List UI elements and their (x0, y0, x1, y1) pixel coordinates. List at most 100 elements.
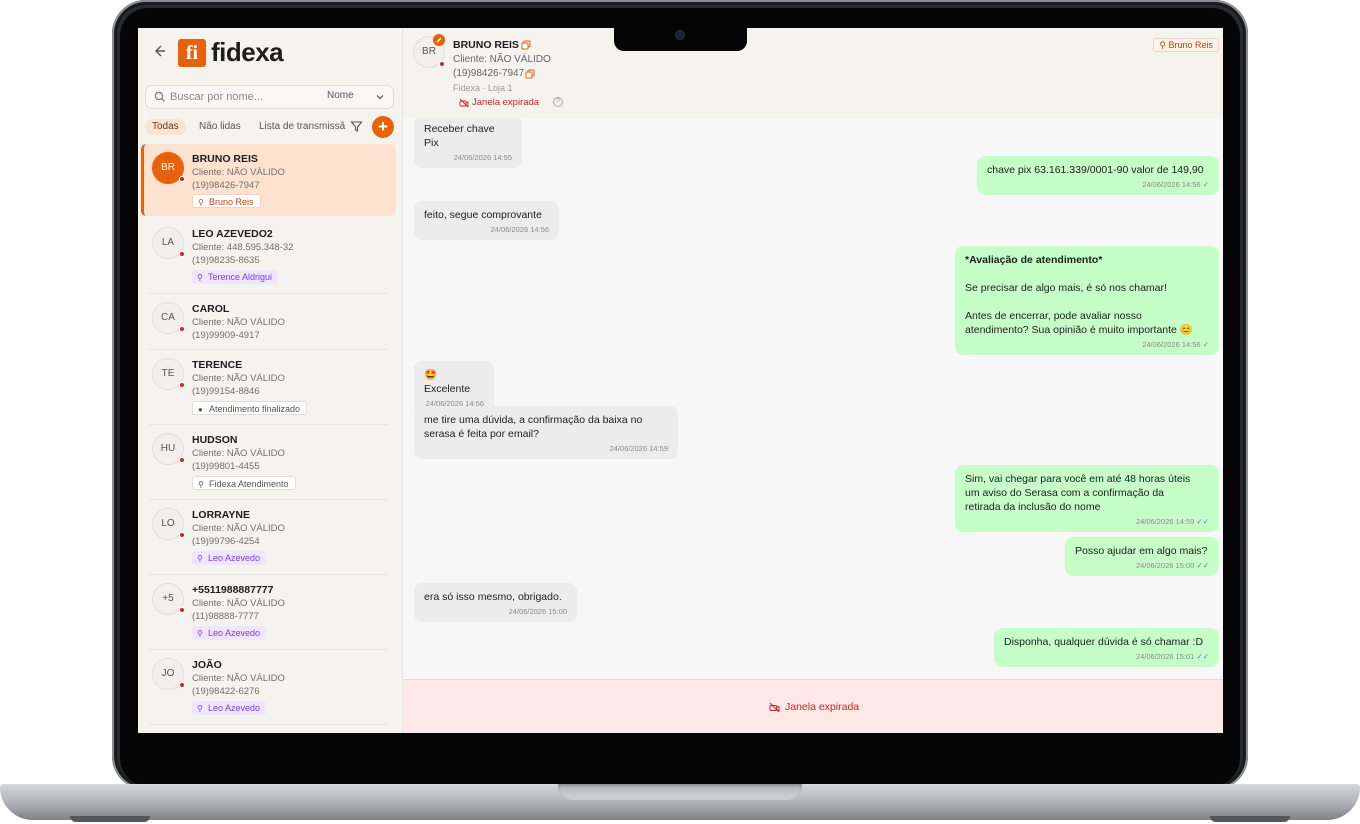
contact-phone: (19)98422-6276 (192, 686, 260, 697)
message-time: 24/06/2026 14:59 (1135, 517, 1195, 526)
message-text: 🤩 Excelente (424, 369, 471, 395)
contact-phone: (19)98426-7947 (453, 68, 525, 79)
contact-phone: (19)98426-7947 (192, 180, 260, 191)
conversation-item[interactable]: LA LEO AZEVEDO2 Cliente: 448.595.348-32 … (141, 219, 396, 294)
contact-name: HUDSON (192, 434, 238, 446)
copy-icon[interactable] (521, 40, 531, 50)
person-icon: ⚲ (198, 480, 204, 489)
arrow-left-icon[interactable] (152, 44, 166, 58)
search-input[interactable] (170, 89, 320, 105)
expired-label: Janela expirada (785, 701, 860, 713)
chat-header: BR BRUNO REIS Cliente: NÃO VÁLIDO (19)98… (403, 28, 1223, 118)
conversation-item[interactable]: BR BRUNO REIS Cliente: NÃO VÁLIDO (19)98… (141, 144, 396, 216)
contact-name: +5511988887777 (192, 584, 274, 596)
laptop-groove (558, 784, 802, 800)
contact-phone: (19)99909-4917 (192, 330, 260, 341)
filter-tabs: Todas Não lidas Lista de transmissã + (145, 116, 397, 138)
search-bar: Nome (145, 85, 394, 109)
message-outgoing: *Avaliação de atendimento* Se precisar d… (955, 246, 1219, 355)
conversation-item[interactable]: +5 +5511988887777 Cliente: NÃO VÁLIDO (1… (141, 575, 396, 650)
agent-tag-label: Leo Azevedo (208, 553, 261, 563)
message-text: Disponha, qualquer dúvida é só chamar :D (1004, 636, 1204, 648)
search-icon (154, 91, 165, 102)
contact-name: TERENCE (192, 359, 243, 371)
camera-notch (614, 27, 747, 51)
contact-name: CAROL (192, 303, 230, 315)
app-screen: fi fidexa Nome Todas Não lidas Lista de … (138, 28, 1223, 733)
message-time: 24/06/2026 14:55 (453, 153, 512, 162)
laptop-foot-left (70, 816, 150, 822)
help-circle-icon[interactable]: ? (553, 97, 563, 107)
message-time: 24/06/2026 14:56 (490, 225, 549, 234)
conversation-item[interactable]: CA CAROL Cliente: NÃO VÁLIDO (19)99909-4… (141, 294, 396, 350)
message-outgoing: Sim, vai chegar para você em até 48 hora… (955, 465, 1219, 532)
status-dot (439, 61, 445, 67)
double-check-icon: ✓✓ (1196, 652, 1209, 661)
copy-icon[interactable] (525, 69, 535, 79)
message-text: Receber chave Pix (424, 123, 498, 149)
message-incoming: Receber chave Pix 24/06/2026 14:55 (414, 118, 522, 168)
double-check-icon: ✓✓ (1196, 517, 1209, 526)
chevron-down-icon[interactable] (374, 91, 386, 103)
agent-tag: ⚲ Fidexa Atendimento (192, 476, 296, 490)
person-icon: ⚲ (197, 554, 203, 563)
check-icon: ✓ (1202, 180, 1209, 189)
agent-tag-label: Terence Aldrigui (208, 272, 273, 282)
conversation-item[interactable]: HU HUDSON Cliente: NÃO VÁLIDO (19)99801-… (141, 425, 396, 500)
person-icon: ⚲ (197, 704, 203, 713)
dot-icon: ● (198, 405, 203, 414)
message-text: Se precisar de algo mais, é só nos chama… (965, 282, 1193, 336)
message-time: 24/06/2026 15:01 (1135, 652, 1195, 661)
video-off-icon (459, 98, 469, 108)
message-text: chave pix 63.161.339/0001-90 valor de 14… (987, 164, 1204, 176)
contact-cliente: Cliente: NÃO VÁLIDO (192, 317, 285, 328)
status-dot (179, 176, 185, 182)
tab-unread[interactable]: Não lidas (192, 119, 248, 135)
contact-phone: (19)98235-8635 (192, 255, 260, 266)
conversation-item[interactable]: TE TERENCE Cliente: NÃO VÁLIDO (19)99154… (141, 350, 396, 425)
laptop-frame: fi fidexa Nome Todas Não lidas Lista de … (0, 0, 1360, 824)
status-dot (179, 532, 185, 538)
person-icon: ⚲ (197, 273, 203, 282)
pencil-icon[interactable] (433, 34, 445, 46)
contact-name: BRUNO REIS (453, 39, 519, 51)
message-text: me tire uma dúvida, a confirmação da bai… (424, 414, 643, 440)
laptop-foot-right (1210, 816, 1290, 822)
tab-all[interactable]: Todas (145, 119, 186, 135)
sort-select[interactable]: Nome (327, 90, 354, 101)
divider (149, 724, 388, 725)
message-outgoing: chave pix 63.161.339/0001-90 valor de 14… (977, 156, 1219, 195)
status-dot (179, 382, 185, 388)
agent-tag-label: Bruno Reis (1168, 40, 1213, 50)
conversation-item[interactable]: LO LORRAYNE Cliente: NÃO VÁLIDO (19)9979… (141, 500, 396, 575)
check-icon: ✓ (1202, 340, 1209, 349)
contact-name: BRUNO REIS (192, 153, 258, 165)
store-label: Fidexa · Loja 1 (453, 83, 513, 93)
contact-name: LORRAYNE (192, 509, 250, 521)
message-thread: Receber chave Pix 24/06/2026 14:55 chave… (403, 118, 1223, 679)
message-text: Sim, vai chegar para você em até 48 hora… (965, 473, 1191, 513)
tab-broadcast[interactable]: Lista de transmissã (252, 119, 348, 135)
add-conversation-button[interactable]: + (372, 116, 394, 138)
message-title: *Avaliação de atendimento* (965, 254, 1103, 266)
contact-cliente: Cliente: NÃO VÁLIDO (192, 523, 285, 534)
contact-cliente: Cliente: NÃO VÁLIDO (192, 448, 285, 459)
person-icon: ⚲ (197, 629, 203, 638)
message-outgoing: Disponha, qualquer dúvida é só chamar :D… (994, 628, 1219, 667)
agent-tag-label: Leo Azevedo (208, 703, 261, 713)
conversation-item[interactable]: JO JOÃO Cliente: NÃO VÁLIDO (19)98422-62… (141, 650, 396, 725)
contact-cliente: Cliente: NÃO VÁLIDO (453, 54, 551, 65)
status-dot (179, 457, 185, 463)
filter-icon[interactable] (350, 120, 363, 133)
video-off-icon (769, 702, 780, 713)
message-time: 24/06/2026 14:56 (1142, 340, 1201, 349)
contact-phone: (19)99801-4455 (192, 461, 260, 472)
camera-icon (676, 31, 684, 39)
logo-mark: fi (178, 39, 206, 67)
agent-tag-label: Leo Azevedo (208, 628, 261, 638)
message-time: 24/06/2026 14:56 (1142, 180, 1201, 189)
sidebar-header: fi fidexa (138, 28, 403, 80)
status-dot (179, 251, 185, 257)
expired-label: Janela expirada (472, 97, 540, 108)
message-time: 24/06/2026 15:00 (1135, 561, 1195, 570)
